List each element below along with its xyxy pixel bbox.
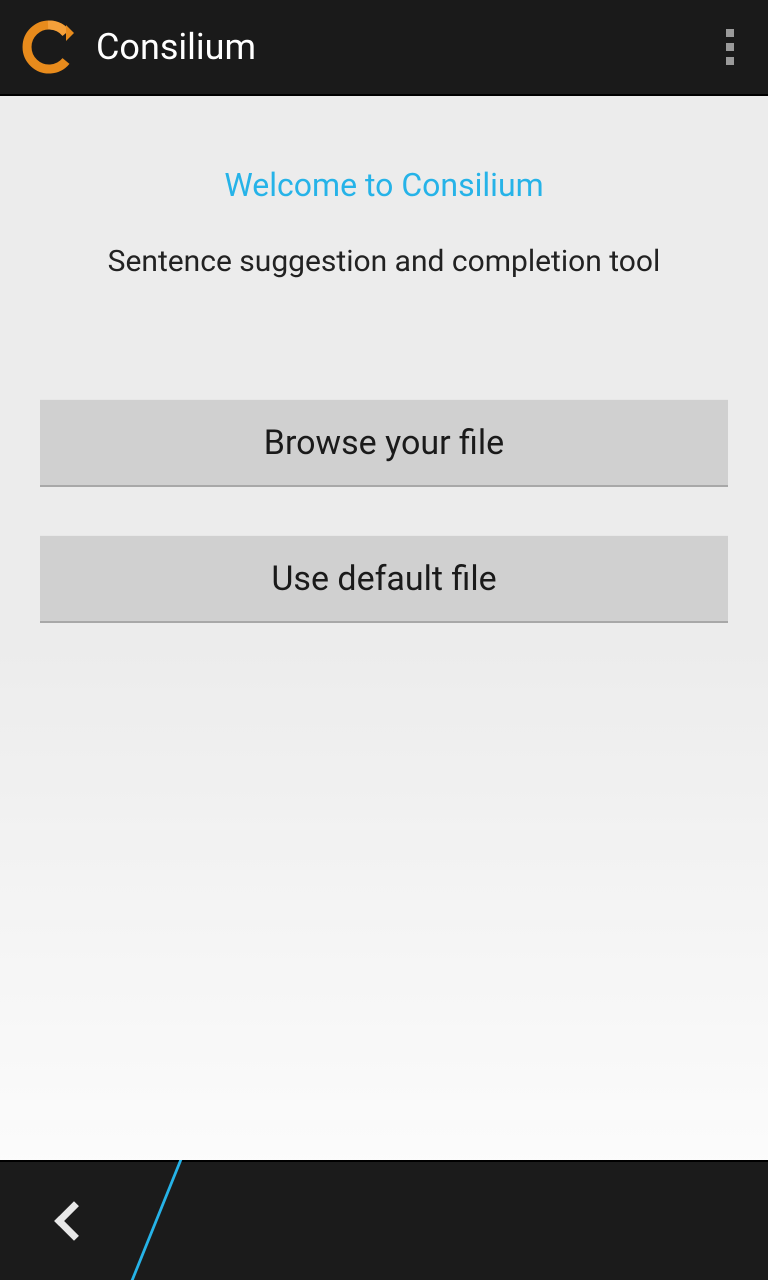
- use-default-file-button[interactable]: Use default file: [40, 535, 728, 623]
- navigation-bar: [0, 1160, 768, 1280]
- app-title: Consilium: [96, 26, 256, 68]
- back-button[interactable]: [0, 1162, 140, 1280]
- main-content: Welcome to Consilium Sentence suggestion…: [0, 96, 768, 623]
- action-bar: Consilium: [0, 0, 768, 96]
- app-icon: [20, 19, 76, 75]
- browse-file-button[interactable]: Browse your file: [40, 399, 728, 487]
- overflow-menu-icon[interactable]: [716, 19, 744, 75]
- welcome-title: Welcome to Consilium: [40, 166, 728, 204]
- subtitle: Sentence suggestion and completion tool: [40, 244, 728, 279]
- back-chevron-icon: [54, 1201, 94, 1241]
